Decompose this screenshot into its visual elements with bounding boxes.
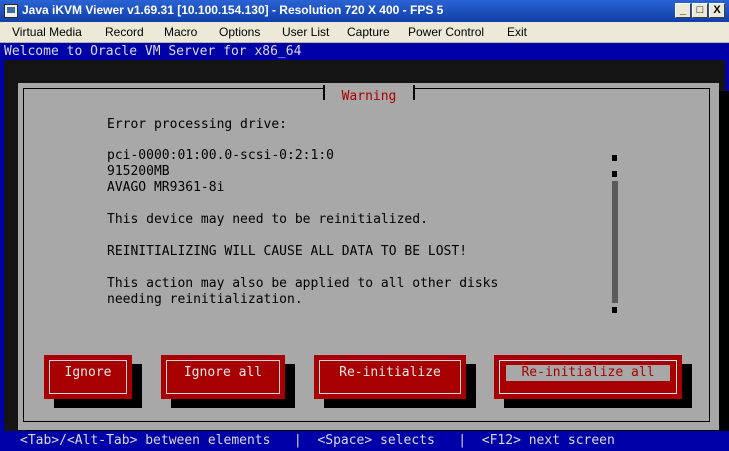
scroll-up-marker <box>612 155 617 161</box>
close-icon: X <box>713 4 721 16</box>
scroll-thumb[interactable] <box>612 171 617 177</box>
window-titlebar[interactable]: Java iKVM Viewer v1.69.31 [10.100.154.13… <box>0 0 729 22</box>
message-line: pci-0000:01:00.0-scsi-0:2:1:0 <box>107 148 334 163</box>
reinitialize-button[interactable]: Re-initialize <box>314 355 466 399</box>
message-line: REINITIALIZING WILL CAUSE ALL DATA TO BE… <box>107 244 468 259</box>
warning-dialog: Warning Error processing drive: pci-0000… <box>18 83 719 430</box>
maximize-icon: □ <box>696 4 704 16</box>
menu-user-list[interactable]: User List <box>282 25 329 39</box>
ignore-all-button-label: Ignore all <box>183 365 263 380</box>
menu-exit[interactable]: Exit <box>507 25 527 39</box>
minimize-button[interactable]: _ <box>675 3 691 18</box>
message-line: AVAGO MR9361-8i <box>107 180 225 195</box>
menu-capture[interactable]: Capture <box>347 25 390 39</box>
message-line: 915200MB <box>107 164 170 179</box>
menu-virtual-media[interactable]: Virtual Media <box>12 25 82 39</box>
reinitialize-all-button[interactable]: Re-initialize all <box>494 355 682 399</box>
menu-bar: Virtual Media Record Macro Options User … <box>0 22 729 43</box>
message-line: This action may also be applied to all o… <box>107 276 499 291</box>
remote-console-screen[interactable]: Welcome to Oracle VM Server for x86_64 W… <box>0 43 729 451</box>
welcome-text: Welcome to Oracle VM Server for x86_64 <box>4 44 302 59</box>
scroll-track[interactable] <box>612 181 618 303</box>
console-header: Welcome to Oracle VM Server for x86_64 <box>0 43 729 60</box>
ignore-button-label: Ignore <box>64 365 112 380</box>
java-app-icon <box>4 4 18 18</box>
ignore-button[interactable]: Ignore <box>44 355 132 399</box>
menu-record[interactable]: Record <box>105 25 144 39</box>
close-button[interactable]: X <box>709 3 725 18</box>
window-title: Java iKVM Viewer v1.69.31 [10.100.154.13… <box>22 3 444 17</box>
console-status-bar: <Tab>/<Alt-Tab> between elements | <Spac… <box>0 431 729 451</box>
message-line: Error processing drive: <box>107 117 288 132</box>
reinitialize-all-button-label: Re-initialize all <box>521 365 655 380</box>
console-background: Warning Error processing drive: pci-0000… <box>4 60 729 436</box>
ignore-all-button[interactable]: Ignore all <box>161 355 285 399</box>
dialog-title-box: Warning <box>323 85 415 104</box>
maximize-button[interactable]: □ <box>692 3 708 18</box>
keyboard-hints: <Tab>/<Alt-Tab> between elements | <Spac… <box>20 433 615 448</box>
menu-options[interactable]: Options <box>219 25 260 39</box>
reinitialize-button-label: Re-initialize <box>339 365 441 380</box>
menu-macro[interactable]: Macro <box>164 25 197 39</box>
menu-power-control[interactable]: Power Control <box>408 25 484 39</box>
message-line: needing reinitialization. <box>107 292 303 307</box>
scroll-down-marker <box>612 307 617 313</box>
dialog-scrollbar[interactable] <box>612 155 618 315</box>
dialog-title: Warning <box>341 89 397 104</box>
minimize-icon: _ <box>679 4 687 16</box>
message-line: This device may need to be reinitialized… <box>107 212 428 227</box>
